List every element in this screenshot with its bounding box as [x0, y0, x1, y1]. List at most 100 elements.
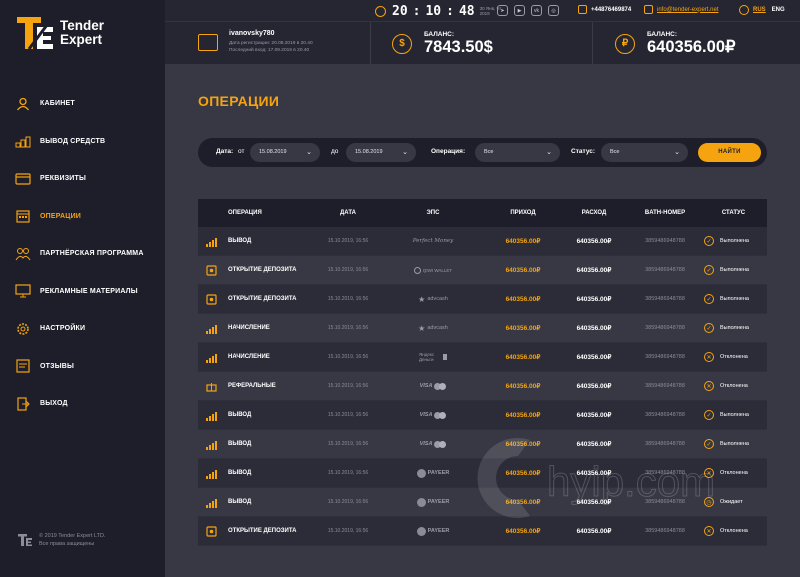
- sidebar-item-exit[interactable]: ВЫХОД: [0, 385, 165, 423]
- eps-visa-logo: VISA: [419, 440, 447, 448]
- table-row[interactable]: ВЫВОД 15.10.2019, 16:56 PAYEER 640356.00₽ 64…: [198, 459, 767, 488]
- instagram-icon[interactable]: ◎: [548, 5, 559, 16]
- table-row[interactable]: НАЧИСЛЕНИЕ 15.10.2019, 16:56 ★ advcash 64035…: [198, 314, 767, 343]
- operation-cell: НАЧИСЛЕНИЕ: [198, 352, 318, 363]
- date-to-select[interactable]: 15.08.2019 ⌄: [346, 143, 416, 162]
- lang-eng[interactable]: ENG: [772, 7, 785, 13]
- gear-icon: [14, 321, 32, 337]
- cross-icon: ✕: [704, 381, 714, 391]
- eps-name: PAYEER: [427, 528, 450, 534]
- deposit-icon: [206, 525, 217, 537]
- expense-cell: 640356.00₽: [576, 383, 612, 390]
- income-cell: 640356.00₽: [505, 296, 541, 303]
- eps-cell: Яндекс Деньги: [378, 352, 488, 362]
- sidebar-item-monitor[interactable]: РЕКЛАМНЫЕ МАТЕРИАЛЫ: [0, 273, 165, 311]
- eps-cell: ★ advcash: [378, 295, 488, 304]
- partners-icon: [14, 246, 32, 262]
- youtube-icon[interactable]: ▶: [514, 5, 525, 16]
- balance-usd-label: БАЛАНС:: [424, 31, 455, 38]
- expense-cell: 640356.00₽: [576, 296, 612, 303]
- column-header: СТАТУС: [721, 210, 746, 216]
- clock-icon: [375, 5, 386, 17]
- income-cell: 640356.00₽: [505, 354, 541, 361]
- cross-icon: ✕: [704, 526, 714, 536]
- cross-icon: ✕: [704, 468, 714, 478]
- date-from-value: 15.08.2019: [259, 149, 287, 155]
- sidebar-item-user[interactable]: КАБИНЕТ: [0, 85, 165, 123]
- status-cell: ◷ Ожидает: [700, 497, 767, 507]
- date-from-select[interactable]: 15.08.2019 ⌄: [250, 143, 320, 162]
- registration-date: Дата регистрации: 20.08.2019 в 20.40: [229, 41, 313, 46]
- clock-minutes: 10: [425, 3, 442, 19]
- dollar-coin-icon: $: [392, 33, 412, 54]
- table-row[interactable]: ВЫВОД 15.10.2019, 16:56 Perfect Money 64035…: [198, 227, 767, 256]
- batch-cell: 3859486948788: [645, 238, 685, 244]
- income-cell: 640356.00₽: [505, 412, 541, 419]
- phone[interactable]: +44876469874: [578, 5, 631, 14]
- sidebar-item-reviews[interactable]: ОТЗЫВЫ: [0, 348, 165, 386]
- copyright: © 2019 Tender Expert LTD. Все права защи…: [17, 533, 106, 548]
- expense-cell: 640356.00₽: [576, 441, 612, 448]
- status-cell: ✓ Выполнена: [700, 323, 767, 333]
- eps-visa-logo: VISA: [420, 411, 447, 419]
- find-button[interactable]: НАЙТИ: [698, 143, 761, 162]
- operation-name: ВЫВОД: [228, 441, 252, 447]
- eps-name: VISA: [419, 441, 433, 447]
- operation-name: ОТКРЫТИЕ ДЕПОЗИТА: [228, 296, 297, 302]
- sidebar-item-card[interactable]: РЕКВИЗИТЫ: [0, 160, 165, 198]
- status-cell: ✕ Отклонена: [700, 381, 767, 391]
- income-cell: 640356.00₽: [505, 267, 541, 274]
- sidebar-item-label: ВЫХОД: [40, 400, 68, 408]
- table-row[interactable]: ОТКРЫТИЕ ДЕПОЗИТА 15.10.2019, 16:56 QIWI W…: [198, 256, 767, 285]
- sidebar-item-coins[interactable]: ВЫВОД СРЕДСТВ: [0, 123, 165, 161]
- operation-name: РЕФЕРАЛЬНЫЕ: [228, 383, 276, 389]
- telegram-icon[interactable]: ➤: [497, 5, 508, 16]
- column-header: ЭПС: [426, 210, 440, 216]
- date-cell: 15.10.2019, 16:56: [327, 441, 369, 447]
- income-cell: 640356.00₽: [505, 499, 541, 506]
- table-row[interactable]: ВЫВОД 15.10.2019, 16:56 VISA 640356.00₽ 6403…: [198, 430, 767, 459]
- date-to-value: 15.08.2019: [355, 149, 383, 155]
- bars-icon: [206, 352, 217, 363]
- table-row[interactable]: РЕФЕРАЛЬНЫЕ 15.10.2019, 16:56 VISA 640356.0…: [198, 372, 767, 401]
- social-links: ➤ ▶ vk ◎: [497, 5, 559, 16]
- lang-rus[interactable]: RUS: [753, 7, 766, 13]
- table-row[interactable]: ОТКРЫТИЕ ДЕПОЗИТА 15.10.2019, 16:56 PAYEER…: [198, 517, 767, 546]
- phone-icon: [578, 5, 587, 14]
- sidebar-item-label: ОТЗЫВЫ: [40, 362, 75, 370]
- coins-icon: [14, 133, 32, 149]
- sidebar-item-gear[interactable]: НАСТРОЙКИ: [0, 310, 165, 348]
- table-row[interactable]: ВЫВОД 15.10.2019, 16:56 VISA 640356.00₽ 6403…: [198, 401, 767, 430]
- date-cell: 15.10.2019, 16:56: [327, 383, 369, 389]
- chevron-down-icon: ⌄: [402, 149, 408, 156]
- operation-select[interactable]: Все ⌄: [475, 143, 560, 162]
- sidebar-item-calendar[interactable]: ОПЕРАЦИИ: [0, 198, 165, 236]
- table-row[interactable]: ОТКРЫТИЕ ДЕПОЗИТА 15.10.2019, 16:56 ★ advca…: [198, 285, 767, 314]
- clock-hours: 20: [392, 3, 408, 19]
- batch-cell: 3859486948788: [645, 267, 685, 273]
- exit-icon: [14, 396, 32, 412]
- footer-logo-icon: [18, 534, 32, 546]
- operation-cell: ВЫВОД: [198, 497, 318, 508]
- page-title: ОПЕРАЦИИ: [198, 93, 280, 109]
- eps-cell: VISA: [378, 440, 488, 448]
- logo[interactable]: Tender Expert: [15, 14, 145, 52]
- eps-cell: PAYEER: [378, 468, 488, 478]
- batch-cell: 3859486948788: [645, 383, 685, 389]
- operation-cell: ВЫВОД: [198, 468, 318, 479]
- sidebar-item-partners[interactable]: ПАРТНЁРСКАЯ ПРОГРАММА: [0, 235, 165, 273]
- email-link[interactable]: info@tender-expert.net: [644, 5, 718, 14]
- date-cell: 15.10.2019, 16:56: [327, 325, 369, 331]
- table-row[interactable]: ВЫВОД 15.10.2019, 16:56 PAYEER 640356.00₽ 64…: [198, 488, 767, 517]
- status-label: Выполнена: [720, 267, 749, 273]
- table-row[interactable]: НАЧИСЛЕНИЕ 15.10.2019, 16:56 Яндекс Деньги…: [198, 343, 767, 372]
- eps-payeer-logo: PAYEER: [416, 468, 449, 478]
- chevron-down-icon: ⌄: [674, 149, 680, 156]
- date-cell: 15.10.2019, 16:56: [327, 267, 369, 273]
- eps-name: VISA: [419, 383, 433, 389]
- vk-icon[interactable]: vk: [531, 5, 542, 16]
- deposit-icon: [206, 293, 217, 305]
- status-select[interactable]: Все ⌄: [601, 143, 688, 162]
- date-cell: 15.10.2019, 16:56: [327, 470, 369, 476]
- email-address: info@tender-expert.net: [657, 6, 719, 13]
